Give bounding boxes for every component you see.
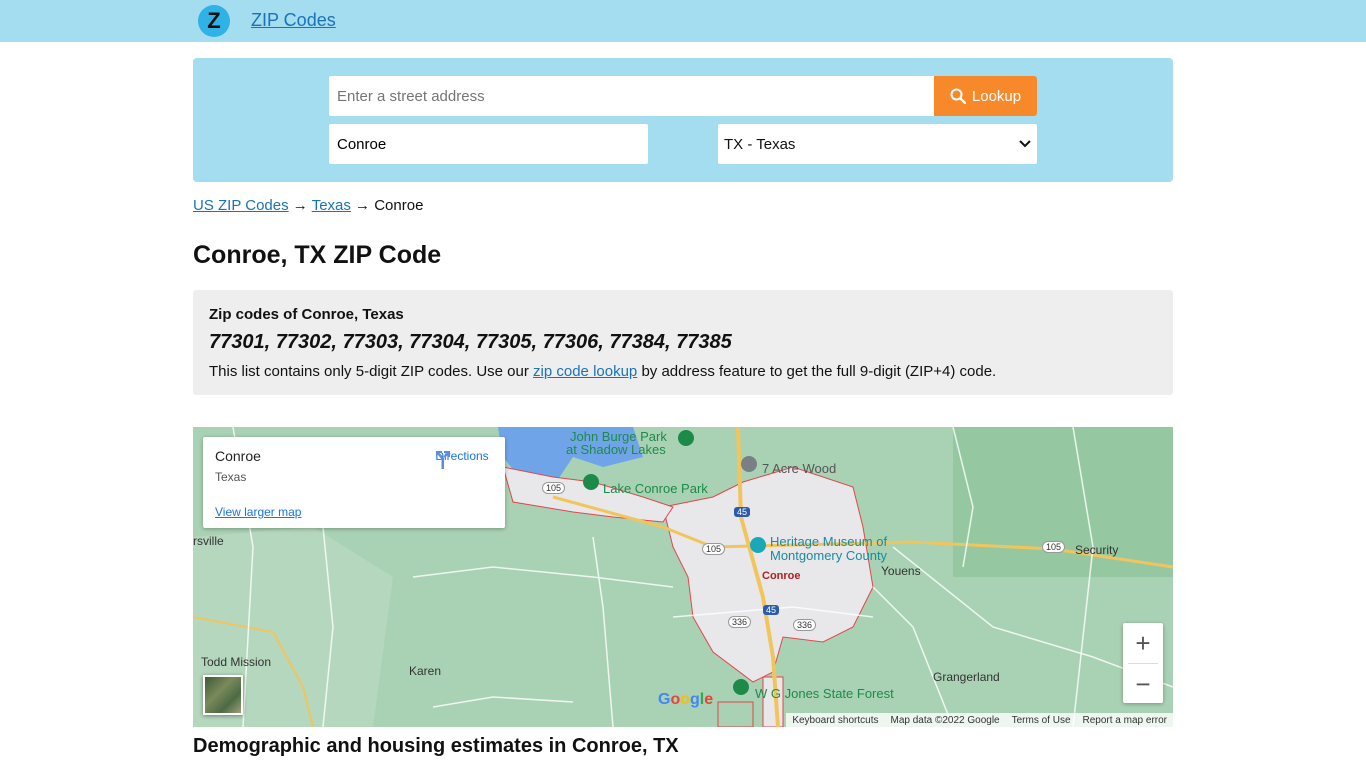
state-selected: TX - Texas: [724, 135, 796, 153]
top-header: Z ZIP Codes: [0, 0, 1366, 42]
map-label: Conroe: [762, 570, 801, 582]
satellite-toggle[interactable]: [203, 675, 243, 715]
note-text: by address feature to get the full 9-dig…: [637, 363, 997, 380]
chevron-down-icon: [1019, 140, 1031, 148]
zoom-controls: + −: [1123, 623, 1163, 703]
city-input[interactable]: [329, 124, 648, 164]
map-label: Lake Conroe Park: [603, 481, 708, 496]
map-label: Todd Mission: [201, 655, 272, 669]
highway-shield: 336: [793, 619, 817, 631]
brand-link[interactable]: ZIP Codes: [251, 10, 336, 31]
breadcrumb-separator: →: [292, 197, 308, 214]
zip-codes-list: 77301, 77302, 77303, 77304, 77305, 77306…: [209, 331, 732, 353]
breadcrumb: US ZIP Codes → Texas → Conroe: [193, 197, 423, 214]
map-place-card: Conroe Texas View larger map Directions: [203, 437, 505, 528]
map-label: Security: [1075, 543, 1119, 557]
map-label: rsville: [193, 534, 224, 548]
highway-shield: 336: [728, 616, 752, 628]
zip-codes-box: Zip codes of Conroe, Texas 77301, 77302,…: [193, 290, 1173, 395]
directions-button[interactable]: Directions: [432, 449, 492, 469]
map-label: W G Jones State Forest: [755, 686, 894, 701]
directions-icon: [436, 451, 450, 469]
address-input[interactable]: [329, 76, 934, 116]
section-title: Demographic and housing estimates in Con…: [193, 735, 679, 757]
zoom-out-button[interactable]: −: [1123, 664, 1163, 704]
map-label: Karen: [409, 664, 442, 678]
interstate-shield: 45: [734, 507, 751, 517]
breadcrumb-current: Conroe: [374, 197, 424, 214]
map[interactable]: John Burge Park at Shadow Lakes Lake Con…: [193, 427, 1173, 727]
keyboard-shortcuts-link[interactable]: Keyboard shortcuts: [792, 715, 878, 726]
breadcrumb-separator: →: [355, 197, 371, 214]
search-icon: [950, 88, 966, 104]
highway-shield: 105: [702, 543, 726, 555]
lookup-label: Lookup: [971, 87, 1022, 105]
state-select[interactable]: TX - Texas: [718, 124, 1037, 164]
place-title: Conroe: [215, 448, 261, 464]
map-label: Youens: [881, 564, 921, 578]
zoom-in-button[interactable]: +: [1123, 623, 1163, 663]
breadcrumb-us-zip-codes[interactable]: US ZIP Codes: [193, 197, 289, 214]
breadcrumb-texas[interactable]: Texas: [312, 197, 351, 214]
highway-shield: 105: [1042, 541, 1066, 553]
map-data-text: Map data ©2022 Google: [890, 714, 1000, 726]
note-text: This list contains only 5-digit ZIP code…: [209, 363, 534, 380]
zip-codes-note: This list contains only 5-digit ZIP code…: [209, 363, 996, 380]
report-error-link[interactable]: Report a map error: [1083, 715, 1167, 726]
zip-codes-label: Zip codes of Conroe, Texas: [209, 306, 404, 323]
search-panel: Lookup TX - Texas: [193, 58, 1173, 182]
terms-link[interactable]: Terms of Use: [1012, 715, 1071, 726]
place-subtitle: Texas: [215, 470, 247, 484]
map-label: Grangerland: [933, 670, 1000, 684]
view-larger-map-link[interactable]: View larger map: [215, 505, 301, 519]
logo[interactable]: Z: [198, 5, 230, 37]
map-label: at Shadow Lakes: [566, 442, 666, 457]
zip-code-lookup-link[interactable]: zip code lookup: [533, 363, 637, 380]
page-title: Conroe, TX ZIP Code: [193, 241, 442, 269]
map-attribution: Keyboard shortcuts Map data ©2022 Google…: [786, 713, 1173, 727]
lookup-button[interactable]: Lookup: [934, 76, 1037, 116]
google-logo: Google: [658, 691, 714, 708]
map-label: Heritage Museum of: [770, 534, 888, 549]
map-label: Montgomery County: [770, 548, 888, 563]
map-label: 7 Acre Wood: [762, 461, 837, 476]
interstate-shield: 45: [763, 605, 780, 615]
highway-shield: 105: [542, 482, 566, 494]
